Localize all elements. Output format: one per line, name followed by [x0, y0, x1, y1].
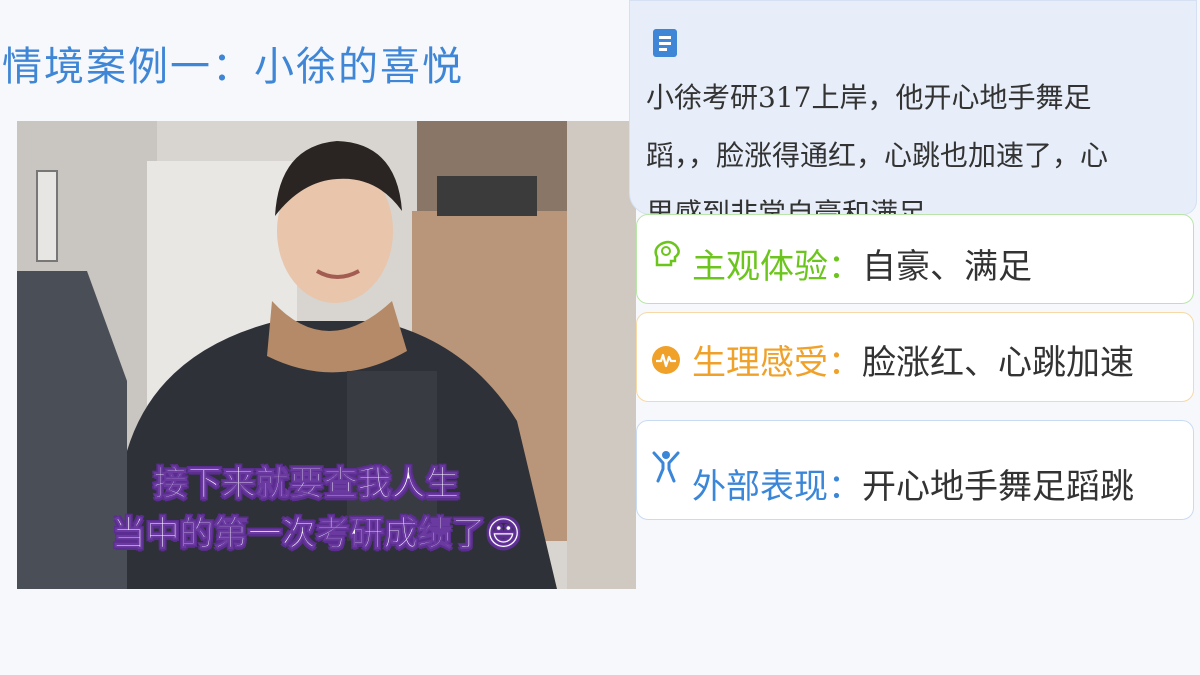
- card-key: 主观体验：: [692, 247, 862, 287]
- scenario-line1: 小徐考研317上岸，他开心地手舞足: [646, 81, 1092, 114]
- scenario-box: 小徐考研317上岸，他开心地手舞足 蹈，，脸涨得通红，心跳也加速了，心 里感到非…: [629, 0, 1197, 215]
- pulse-icon: [651, 345, 681, 379]
- card-physiological: 生理感受：脸涨红、心跳加速: [636, 312, 1194, 402]
- scenario-line2: 蹈，，脸涨得通红，心跳也加速了，心: [646, 139, 1109, 172]
- document-icon: [652, 28, 678, 62]
- video-caption-line2: 当中的第一次考研成绩了😃: [111, 514, 522, 555]
- card-external-expression: 外部表现：开心地手舞足蹈跳: [636, 420, 1194, 520]
- person-icon: [651, 449, 681, 487]
- brain-head-icon: [651, 239, 683, 275]
- scenario-line3: 里感到非常自豪和满足。: [646, 197, 955, 215]
- card-key: 生理感受：: [692, 343, 862, 383]
- card-value: 脸涨红、心跳加速: [862, 343, 1134, 383]
- card-value: 自豪、满足: [862, 247, 1032, 287]
- card-key: 外部表现：: [692, 467, 862, 507]
- page-title: 情境案例一：小徐的喜悦: [2, 44, 464, 90]
- card-subjective-experience: 主观体验：自豪、满足: [636, 214, 1194, 304]
- card-value: 开心地手舞足蹈跳: [862, 467, 1134, 507]
- scenario-text: 小徐考研317上岸，他开心地手舞足 蹈，，脸涨得通红，心跳也加速了，心 里感到非…: [646, 69, 1186, 215]
- video-frame: 接下来就要查我人生 当中的第一次考研成绩了😃: [17, 121, 636, 589]
- video-caption-line1: 接下来就要查我人生: [153, 464, 460, 505]
